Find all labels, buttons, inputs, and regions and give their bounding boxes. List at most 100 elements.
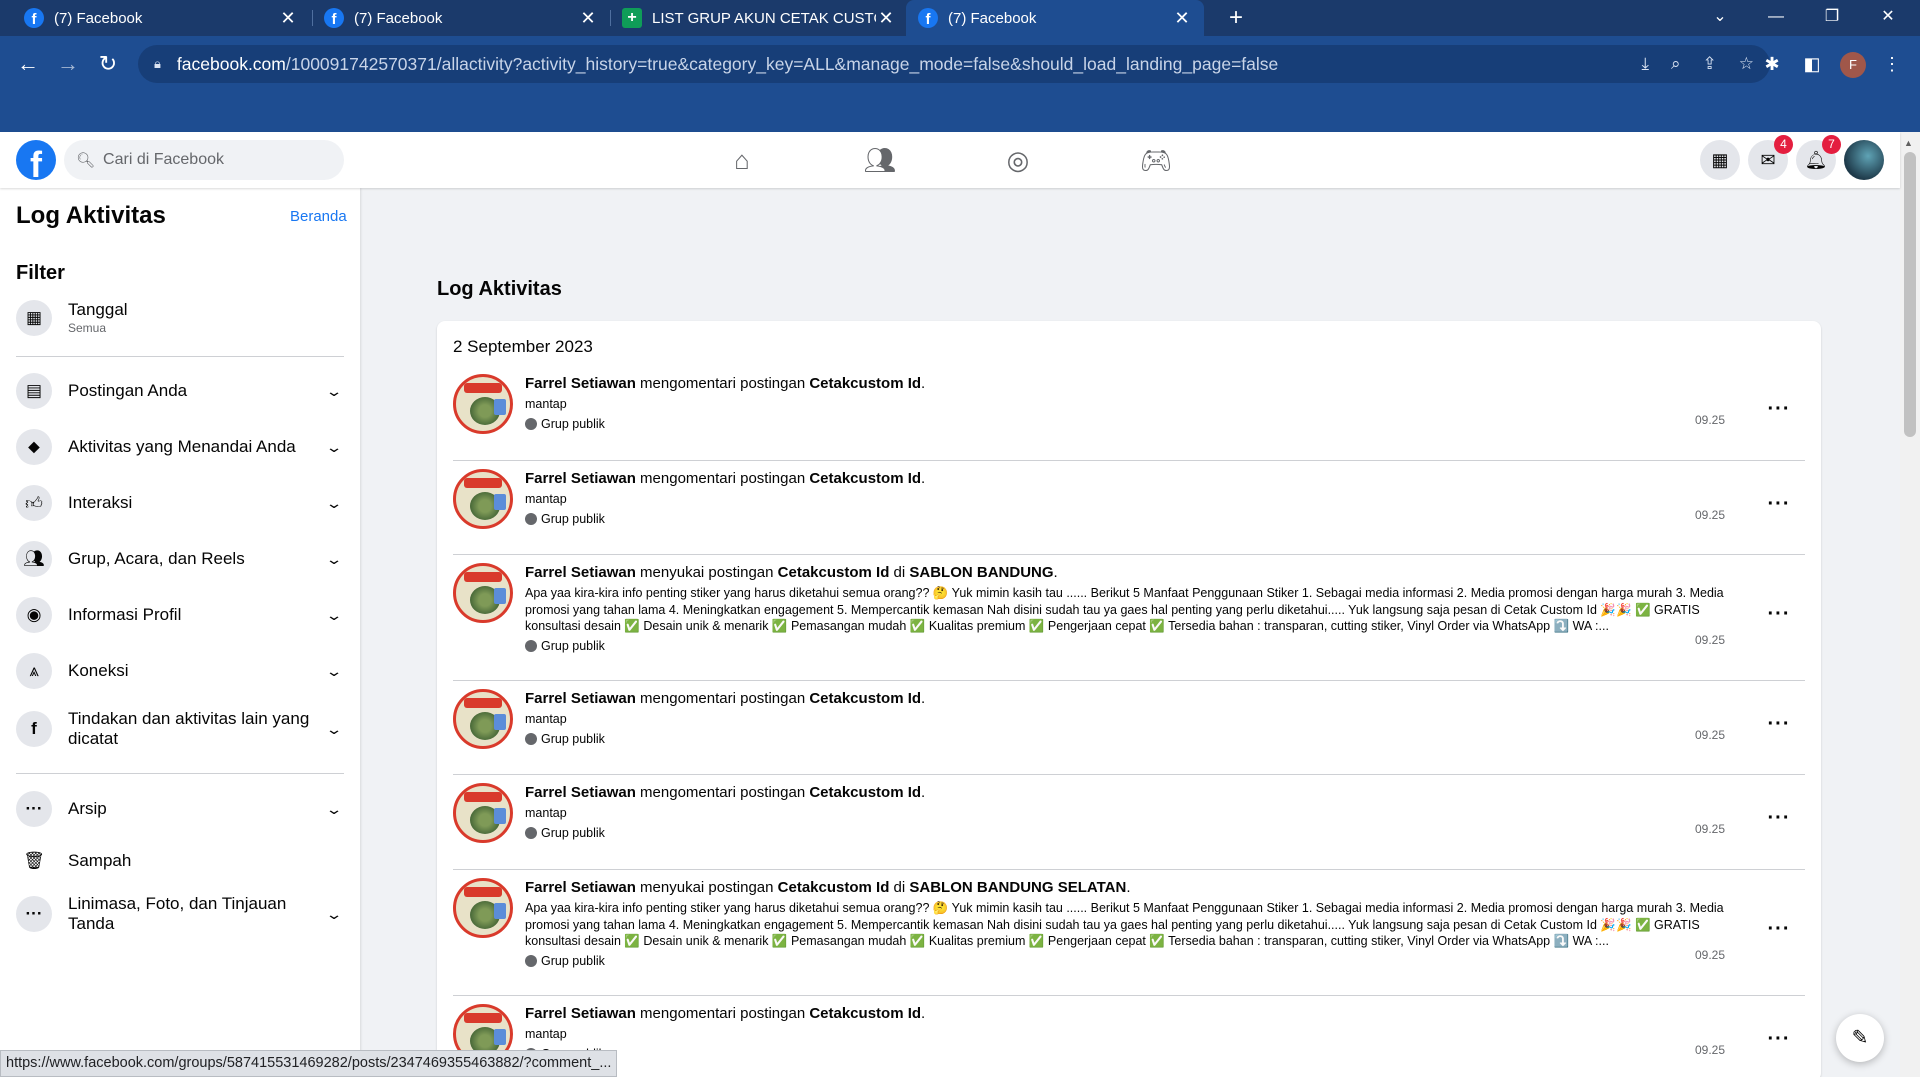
sidebar-item-connections[interactable]: ⩓ Koneksi ⌄ (16, 653, 344, 689)
target-name[interactable]: Cetakcustom Id (778, 879, 890, 896)
account-avatar[interactable] (1844, 140, 1884, 180)
more-options-icon[interactable]: ··· (1761, 489, 1797, 525)
entry-text: Farrel Setiawan menyukai postingan Cetak… (525, 878, 1725, 968)
browser-profile-avatar[interactable]: F (1840, 52, 1866, 78)
facebook-search[interactable]: 🔍︎ (64, 140, 344, 180)
activity-entry[interactable]: Farrel Setiawan mengomentari postingan C… (453, 461, 1805, 555)
activity-entry[interactable]: Farrel Setiawan mengomentari postingan C… (453, 681, 1805, 775)
messenger-icon[interactable]: ✉ 4 (1748, 135, 1793, 180)
group-name[interactable]: SABLON BANDUNG SELATAN (909, 879, 1126, 896)
date-filter[interactable]: ▦ Tanggal Semua (16, 300, 344, 336)
back-arrow-icon[interactable]: ← (12, 48, 44, 80)
more-options-icon[interactable]: ··· (1761, 803, 1797, 839)
menu-grid-icon[interactable]: ▦ (1700, 140, 1740, 180)
link-status-bar: https://www.facebook.com/groups/58741553… (0, 1050, 618, 1077)
reload-icon[interactable]: ↻ (92, 48, 124, 80)
more-options-icon[interactable]: ··· (1761, 599, 1797, 635)
thumbnail-sticker (494, 903, 506, 919)
activity-entry[interactable]: Farrel Setiawan mengomentari postingan C… (453, 775, 1805, 870)
post-thumbnail[interactable] (453, 374, 513, 434)
sidebar-item-interactions[interactable]: 👍︎ Interaksi ⌄ (16, 485, 344, 521)
more-options-icon[interactable]: ··· (1761, 914, 1797, 950)
address-bar[interactable]: 🔒︎ facebook.com/100091742570371/allactiv… (138, 45, 1770, 83)
action-text: menyukai postingan (635, 564, 778, 581)
close-icon[interactable]: ✕ (278, 8, 298, 29)
group-name[interactable]: SABLON BANDUNG (909, 564, 1053, 581)
new-tab-button[interactable]: + (1222, 4, 1250, 32)
sidebar-item-timeline-review[interactable]: ··· Linimasa, Foto, dan Tinjauan Tanda ⌄ (16, 894, 344, 934)
post-thumbnail[interactable] (453, 563, 513, 623)
more-options-icon[interactable]: ··· (1761, 1024, 1797, 1060)
entry-text: Farrel Setiawan mengomentari postingan C… (525, 469, 1725, 526)
date-filter-title: Tanggal (68, 300, 128, 319)
scroll-up-arrow-icon[interactable]: ▲ (1904, 138, 1913, 148)
actor-name[interactable]: Farrel Setiawan (525, 375, 636, 392)
target-name[interactable]: Cetakcustom Id (809, 784, 921, 801)
actor-name[interactable]: Farrel Setiawan (525, 690, 636, 707)
tab-search-chevron-icon[interactable]: ⌄ (1692, 0, 1748, 36)
actor-name[interactable]: Farrel Setiawan (525, 470, 636, 487)
post-thumbnail[interactable] (453, 878, 513, 938)
more-options-icon[interactable]: ··· (1761, 709, 1797, 745)
punctuation: . (1126, 879, 1131, 896)
target-name[interactable]: Cetakcustom Id (809, 1005, 921, 1022)
browser-tab[interactable]: + LIST GRUP AKUN CETAK CUSTOM ✕ (610, 0, 908, 36)
target-name[interactable]: Cetakcustom Id (778, 564, 890, 581)
activity-entry[interactable]: Farrel Setiawan mengomentari postingan C… (453, 996, 1805, 1077)
actor-name[interactable]: Farrel Setiawan (525, 1005, 636, 1022)
sidebar-item-groups[interactable]: 👥︎ Grup, Acara, dan Reels ⌄ (16, 541, 344, 577)
compose-message-icon[interactable]: ✎ (1836, 1014, 1884, 1062)
browser-tab[interactable]: f (7) Facebook ✕ (312, 0, 610, 36)
gaming-nav-icon[interactable]: 🎮︎ (1100, 132, 1212, 188)
target-name[interactable]: Cetakcustom Id (809, 690, 921, 707)
window-close-button[interactable]: ✕ (1860, 0, 1916, 36)
sidebar-item-postingan[interactable]: ▤ Postingan Anda ⌄ (16, 373, 344, 409)
sidebar-item-trash[interactable]: 🗑︎ Sampah (16, 843, 344, 879)
sidebar-item-tagged[interactable]: ⬥ Aktivitas yang Menandai Anda ⌄ (16, 429, 344, 465)
post-thumbnail[interactable] (453, 783, 513, 843)
actor-name[interactable]: Farrel Setiawan (525, 784, 636, 801)
browser-tab-active[interactable]: f (7) Facebook ✕ (906, 0, 1204, 36)
forward-arrow-icon[interactable]: → (52, 48, 84, 80)
sidebar-item-profile-info[interactable]: ◉ Informasi Profil ⌄ (16, 597, 344, 633)
groups-nav-icon[interactable]: ◎ (962, 132, 1074, 188)
close-icon[interactable]: ✕ (1172, 8, 1192, 29)
activity-entry[interactable]: Farrel Setiawan menyukai postingan Cetak… (453, 870, 1805, 996)
scrollbar-thumb[interactable] (1904, 152, 1916, 437)
post-thumbnail[interactable] (453, 469, 513, 529)
facebook-icon: f (918, 8, 938, 28)
side-panel-icon[interactable]: ◧ (1796, 48, 1828, 80)
maximize-button[interactable]: ❐ (1804, 0, 1860, 36)
target-name[interactable]: Cetakcustom Id (809, 470, 921, 487)
install-icon[interactable]: ⤓ (1641, 54, 1649, 74)
action-text: di (889, 564, 910, 581)
browser-menu-icon[interactable]: ⋮ (1876, 48, 1908, 80)
friends-nav-icon[interactable]: 👥︎ (824, 132, 936, 188)
sidebar-item-other-actions[interactable]: f Tindakan dan aktivitas lain yang dicat… (16, 709, 344, 749)
notifications-bell-icon[interactable]: 🔔︎ 7 (1796, 135, 1841, 180)
home-nav-icon[interactable]: ⌂ (686, 132, 798, 188)
punctuation: . (921, 375, 926, 392)
close-icon[interactable]: ✕ (578, 8, 598, 29)
bookmark-star-icon[interactable]: ☆ (1739, 54, 1754, 74)
close-icon[interactable]: ✕ (876, 8, 896, 29)
search-input[interactable] (103, 151, 324, 169)
extensions-puzzle-icon[interactable]: ✱ (1756, 48, 1788, 80)
more-options-icon[interactable]: ··· (1761, 394, 1797, 430)
home-link[interactable]: Beranda (290, 208, 347, 225)
privacy-label: Grup publik (525, 954, 1725, 968)
minimize-button[interactable]: — (1748, 0, 1804, 36)
browser-tab[interactable]: f (7) Facebook ✕ (12, 0, 310, 36)
entry-text: Farrel Setiawan mengomentari postingan C… (525, 1004, 1725, 1061)
share-icon[interactable]: ⇪ (1703, 54, 1717, 74)
activity-entry[interactable]: Farrel Setiawan menyukai postingan Cetak… (453, 555, 1805, 681)
facebook-logo-icon[interactable]: f (16, 140, 56, 180)
activity-entry[interactable]: Farrel Setiawan mengomentari postingan C… (453, 366, 1805, 461)
actor-name[interactable]: Farrel Setiawan (525, 564, 636, 581)
sidebar-item-archive[interactable]: ··· Arsip ⌄ (16, 791, 344, 827)
target-name[interactable]: Cetakcustom Id (809, 375, 921, 392)
entry-headline: Farrel Setiawan menyukai postingan Cetak… (525, 878, 1725, 898)
actor-name[interactable]: Farrel Setiawan (525, 879, 636, 896)
zoom-icon[interactable]: ⌕ (1671, 54, 1681, 74)
post-thumbnail[interactable] (453, 689, 513, 749)
